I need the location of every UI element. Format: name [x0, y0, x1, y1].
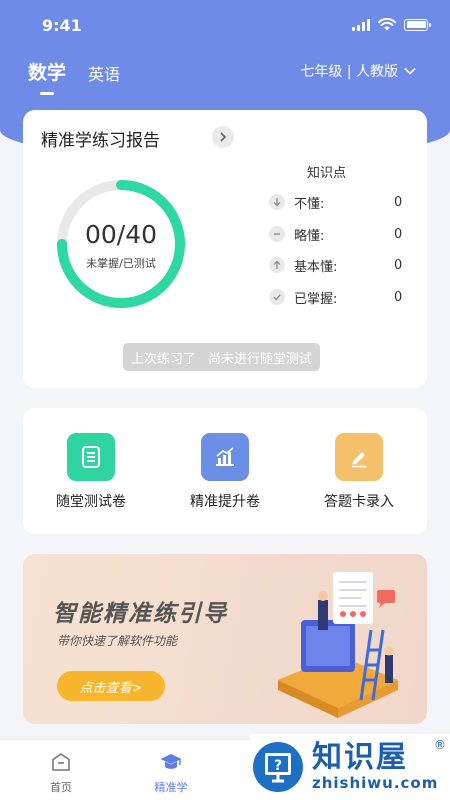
- nav-label: 首页: [50, 781, 72, 794]
- nav-precision-learning[interactable]: 精准学: [131, 750, 211, 795]
- knowledge-row-basically-understood: 基本懂: 0: [269, 255, 409, 275]
- banner-view-button[interactable]: 点击查看>: [57, 671, 165, 701]
- nav-label: 精准学: [154, 781, 188, 794]
- knowledge-row-mastered: 已掌握: 0: [269, 287, 409, 307]
- banner-title: 智能精准练引导: [53, 601, 228, 627]
- last-practice-value: 尚未进行随堂测试: [208, 351, 313, 367]
- tab-math[interactable]: 数学: [28, 58, 66, 85]
- progress-caption: 未掌握/已测试: [86, 257, 156, 270]
- knowledge-row-value: 0: [394, 289, 403, 305]
- status-time: 9:41: [42, 16, 82, 35]
- knowledge-row-slightly-understood: 略懂: 0: [269, 224, 409, 244]
- chevron-right-icon: [220, 132, 227, 142]
- knowledge-row-value: 0: [394, 226, 403, 242]
- knowledge-row-label: 略懂:: [294, 228, 325, 244]
- svg-text:?: ?: [274, 758, 282, 774]
- signal-icon: [352, 18, 370, 31]
- tool-label: 答题卡录入: [324, 494, 394, 510]
- arrow-up-icon: [269, 257, 285, 273]
- status-icons: [352, 18, 431, 31]
- home-icon: [52, 753, 70, 771]
- last-practice-badge: 上次练习了 尚未进行随堂测试: [123, 343, 321, 371]
- knowledge-row-label: 不懂:: [294, 196, 325, 212]
- watermark-text: 知识屋 zhishiwu.com: [312, 740, 439, 793]
- last-practice-label: 上次练习了: [131, 351, 197, 367]
- report-arrow-button[interactable]: [212, 126, 234, 148]
- watermark-cn: 知识屋: [312, 740, 408, 775]
- watermark-logo-icon: ?: [253, 742, 303, 792]
- watermark-registered: ®: [434, 738, 446, 752]
- grade-select[interactable]: 七年级 | 人教版: [300, 61, 416, 81]
- tool-answer-sheet[interactable]: 答题卡录入: [304, 433, 414, 511]
- tool-precision-improve[interactable]: 精准提升卷: [170, 433, 280, 511]
- battery-icon: [404, 18, 431, 31]
- report-card: 精准学练习报告 00/40 未掌握/已测试 知识点 不懂: 0 略懂: 0 基本…: [23, 110, 427, 388]
- wifi-icon: [378, 18, 396, 31]
- guide-banner[interactable]: 智能精准练引导 带你快速了解软件功能 点击查看>: [23, 554, 427, 724]
- subject-tabs: 数学 英语: [28, 58, 120, 85]
- knowledge-title: 知识点: [307, 166, 347, 181]
- nav-home[interactable]: 首页: [21, 750, 101, 795]
- report-title[interactable]: 精准学练习报告: [41, 126, 160, 151]
- watermark-en: zhishiwu.com: [312, 774, 439, 792]
- tool-label: 精准提升卷: [190, 494, 260, 510]
- banner-illustration: [278, 572, 398, 718]
- pencil-icon: [335, 433, 383, 481]
- minus-icon: [269, 226, 285, 242]
- chart-icon: [201, 433, 249, 481]
- tools-card: 随堂测试卷 精准提升卷 答题卡录入: [23, 408, 427, 534]
- arrow-down-icon: [269, 194, 285, 210]
- tool-label: 随堂测试卷: [56, 494, 126, 510]
- watermark: ? 知识屋 zhishiwu.com ®: [250, 734, 450, 800]
- chevron-down-icon: [404, 67, 416, 75]
- check-icon: [269, 289, 285, 305]
- knowledge-row-label: 已掌握:: [294, 291, 338, 307]
- graduation-cap-icon: [160, 754, 182, 769]
- knowledge-row-not-understood: 不懂: 0: [269, 192, 409, 212]
- banner-subtitle: 带你快速了解软件功能: [57, 634, 178, 648]
- document-icon: [67, 433, 115, 481]
- progress-score: 00/40: [84, 220, 158, 249]
- knowledge-row-value: 0: [394, 257, 403, 273]
- grade-select-label: 七年级 | 人教版: [300, 64, 398, 80]
- status-bar: 9:41: [0, 0, 450, 52]
- knowledge-row-value: 0: [394, 194, 403, 210]
- tab-english[interactable]: 英语: [88, 61, 120, 85]
- knowledge-row-label: 基本懂:: [294, 259, 338, 275]
- tool-class-test[interactable]: 随堂测试卷: [36, 433, 146, 511]
